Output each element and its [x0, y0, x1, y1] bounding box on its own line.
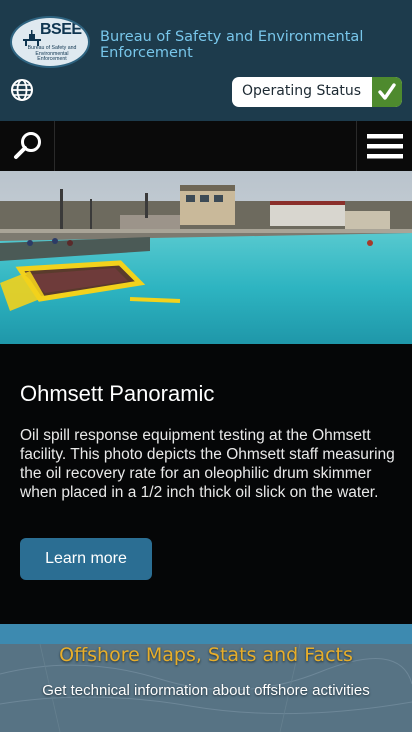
menu-button[interactable]: [356, 121, 412, 171]
hero-image: [0, 171, 412, 344]
operating-status-label: Operating Status: [242, 83, 362, 99]
globe-icon[interactable]: [10, 78, 34, 102]
feature-description: Oil spill response equipment testing at …: [20, 427, 395, 501]
navigation-bar: [0, 121, 412, 171]
checkmark-icon: [378, 83, 396, 100]
logo-subtext: Bureau of Safety and Environmental Enfor…: [27, 45, 77, 62]
search-button[interactable]: [0, 121, 55, 171]
operating-status-button[interactable]: Operating Status: [232, 77, 402, 107]
feature-section: Ohmsett Panoramic Oil spill response equ…: [0, 344, 412, 624]
search-icon: [14, 132, 41, 159]
maps-banner-title: Offshore Maps, Stats and Facts: [59, 644, 353, 666]
feature-title: Ohmsett Panoramic: [20, 381, 215, 406]
site-header: BSEE Bureau of Safety and Environmental …: [0, 0, 412, 121]
bsee-logo[interactable]: BSEE Bureau of Safety and Environmental …: [10, 16, 90, 68]
maps-banner-subtitle: Get technical information about offshore…: [42, 682, 370, 699]
agency-name[interactable]: Bureau of Safety and Environmental Enfor…: [100, 29, 400, 61]
learn-more-button[interactable]: Learn more: [20, 538, 152, 580]
ohmsett-tank-photo: [0, 171, 412, 344]
hamburger-menu-icon: [367, 134, 403, 159]
offshore-maps-banner[interactable]: Offshore Maps, Stats and Facts Get techn…: [0, 624, 412, 732]
logo-text: BSEE: [40, 21, 82, 38]
operating-status-indicator: [372, 77, 402, 107]
